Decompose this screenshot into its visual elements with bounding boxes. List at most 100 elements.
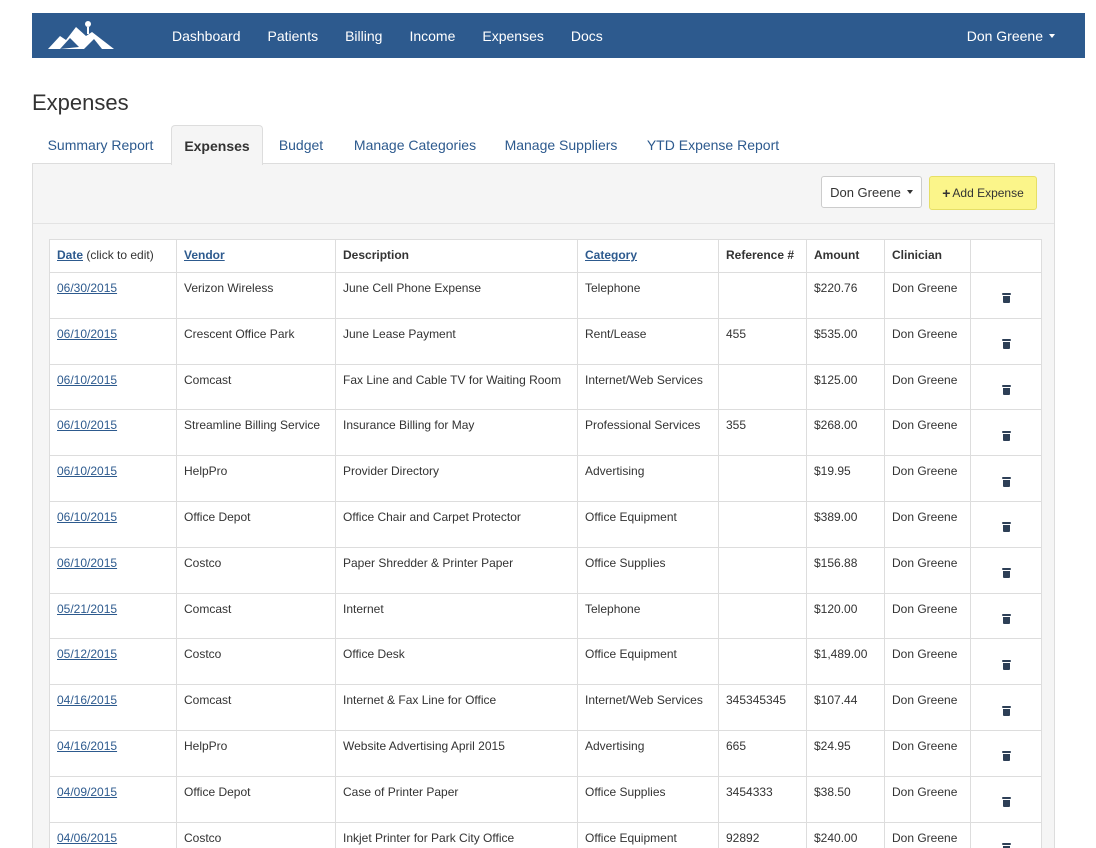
cell-vendor: Crescent Office Park <box>176 317 336 365</box>
cell-date: 06/10/2015 <box>49 317 177 365</box>
edit-date-link[interactable]: 06/10/2015 <box>57 327 117 341</box>
header-clinician: Clinician <box>884 239 971 273</box>
tab-manage-suppliers[interactable]: Manage Suppliers <box>498 125 624 164</box>
cell-category: Professional Services <box>577 409 719 457</box>
cell-vendor: Verizon Wireless <box>176 272 336 319</box>
trash-icon[interactable] <box>1001 659 1011 670</box>
edit-date-link[interactable]: 06/30/2015 <box>57 281 117 295</box>
cell-amount: $24.95 <box>806 729 885 777</box>
add-expense-button[interactable]: + Add Expense <box>929 176 1037 210</box>
cell-delete <box>970 363 1042 411</box>
cell-date: 06/10/2015 <box>49 546 177 594</box>
cell-vendor: Costco <box>176 546 336 594</box>
sort-category-link[interactable]: Category <box>585 248 637 262</box>
cell-vendor: Streamline Billing Service <box>176 409 336 457</box>
nav-billing[interactable]: Billing <box>345 28 382 44</box>
plus-icon: + <box>942 185 951 201</box>
cell-vendor: HelpPro <box>176 455 336 502</box>
header-amount: Amount <box>806 239 885 273</box>
nav-expenses[interactable]: Expenses <box>482 28 543 44</box>
cell-description: Internet <box>335 592 578 640</box>
tab-summary-report[interactable]: Summary Report <box>32 125 169 164</box>
user-menu[interactable]: Don Greene <box>967 13 1055 58</box>
tab-manage-categories[interactable]: Manage Categories <box>345 125 485 164</box>
cell-category: Office Equipment <box>577 500 719 548</box>
tab-budget[interactable]: Budget <box>266 125 336 164</box>
cell-reference <box>718 455 807 502</box>
trash-icon[interactable] <box>1001 384 1011 395</box>
sort-vendor-link[interactable]: Vendor <box>184 248 225 262</box>
cell-amount: $389.00 <box>806 500 885 548</box>
table-row: 06/10/2015 Comcast Fax Line and Cable TV f… <box>49 363 1042 411</box>
tab-expenses[interactable]: Expenses <box>171 125 263 165</box>
trash-icon[interactable] <box>1001 797 1011 808</box>
cell-category: Rent/Lease <box>577 317 719 365</box>
cell-delete <box>970 272 1042 319</box>
nav-income[interactable]: Income <box>409 28 455 44</box>
edit-date-link[interactable]: 06/10/2015 <box>57 464 117 478</box>
edit-date-link[interactable]: 05/12/2015 <box>57 647 117 661</box>
edit-date-link[interactable]: 06/10/2015 <box>57 418 117 432</box>
cell-reference: 92892 <box>718 821 807 848</box>
cell-category: Office Supplies <box>577 546 719 594</box>
edit-date-link[interactable]: 06/10/2015 <box>57 373 117 387</box>
edit-date-link[interactable]: 04/16/2015 <box>57 739 117 753</box>
cell-amount: $19.95 <box>806 455 885 502</box>
cell-reference <box>718 546 807 594</box>
nav-patients[interactable]: Patients <box>268 28 319 44</box>
cell-reference <box>718 363 807 411</box>
trash-icon[interactable] <box>1001 613 1011 624</box>
cell-amount: $220.76 <box>806 272 885 319</box>
cell-description: Inkjet Printer for Park City Office <box>335 821 578 848</box>
cell-date: 04/16/2015 <box>49 729 177 777</box>
mountain-logo-icon[interactable] <box>46 19 116 53</box>
trash-icon[interactable] <box>1001 293 1011 304</box>
edit-date-link[interactable]: 04/06/2015 <box>57 831 117 845</box>
cell-delete <box>970 409 1042 457</box>
nav-docs[interactable]: Docs <box>571 28 603 44</box>
table-row: 04/09/2015 Office Depot Case of Printer Pa… <box>49 775 1042 823</box>
expense-tabs: Summary Report Expenses Budget Manage Ca… <box>32 125 1055 165</box>
trash-icon[interactable] <box>1001 476 1011 487</box>
cell-vendor: Comcast <box>176 363 336 411</box>
sort-date-link[interactable]: Date <box>57 248 83 262</box>
trash-icon[interactable] <box>1001 568 1011 579</box>
edit-date-link[interactable]: 05/21/2015 <box>57 602 117 616</box>
trash-icon[interactable] <box>1001 705 1011 716</box>
cell-clinician: Don Greene <box>884 775 971 823</box>
trash-icon[interactable] <box>1001 339 1011 350</box>
cell-date: 06/10/2015 <box>49 500 177 548</box>
trash-icon[interactable] <box>1001 842 1011 848</box>
cell-category: Office Equipment <box>577 821 719 848</box>
cell-description: Office Chair and Carpet Protector <box>335 500 578 548</box>
tab-ytd-expense-report[interactable]: YTD Expense Report <box>639 125 787 164</box>
table-row: 06/10/2015 Costco Paper Shredder & Printer… <box>49 546 1042 594</box>
cell-category: Telephone <box>577 592 719 640</box>
table-row: 04/16/2015 HelpPro Website Advertising Apr… <box>49 729 1042 777</box>
edit-date-link[interactable]: 04/16/2015 <box>57 693 117 707</box>
cell-delete <box>970 729 1042 777</box>
cell-delete <box>970 317 1042 365</box>
edit-date-link[interactable]: 06/10/2015 <box>57 556 117 570</box>
trash-icon[interactable] <box>1001 430 1011 441</box>
edit-date-link[interactable]: 04/09/2015 <box>57 785 117 799</box>
trash-icon[interactable] <box>1001 751 1011 762</box>
nav-dashboard[interactable]: Dashboard <box>172 28 241 44</box>
cell-vendor: Comcast <box>176 592 336 640</box>
table-row: 06/10/2015 Office Depot Office Chair and C… <box>49 500 1042 548</box>
cell-vendor: Office Depot <box>176 775 336 823</box>
trash-icon[interactable] <box>1001 522 1011 533</box>
clinician-select[interactable]: Don Greene <box>821 176 922 208</box>
cell-delete <box>970 821 1042 848</box>
cell-description: Paper Shredder & Printer Paper <box>335 546 578 594</box>
expenses-table-wrapper: Date (click to edit) Vendor Description … <box>49 239 1042 848</box>
cell-description: June Lease Payment <box>335 317 578 365</box>
cell-category: Telephone <box>577 272 719 319</box>
cell-date: 04/06/2015 <box>49 821 177 848</box>
toolbar: Don Greene + Add Expense <box>33 164 1054 224</box>
cell-reference: 345345345 <box>718 684 807 731</box>
cell-vendor: Comcast <box>176 684 336 731</box>
clinician-select-value: Don Greene <box>830 184 901 200</box>
cell-amount: $240.00 <box>806 821 885 848</box>
edit-date-link[interactable]: 06/10/2015 <box>57 510 117 524</box>
